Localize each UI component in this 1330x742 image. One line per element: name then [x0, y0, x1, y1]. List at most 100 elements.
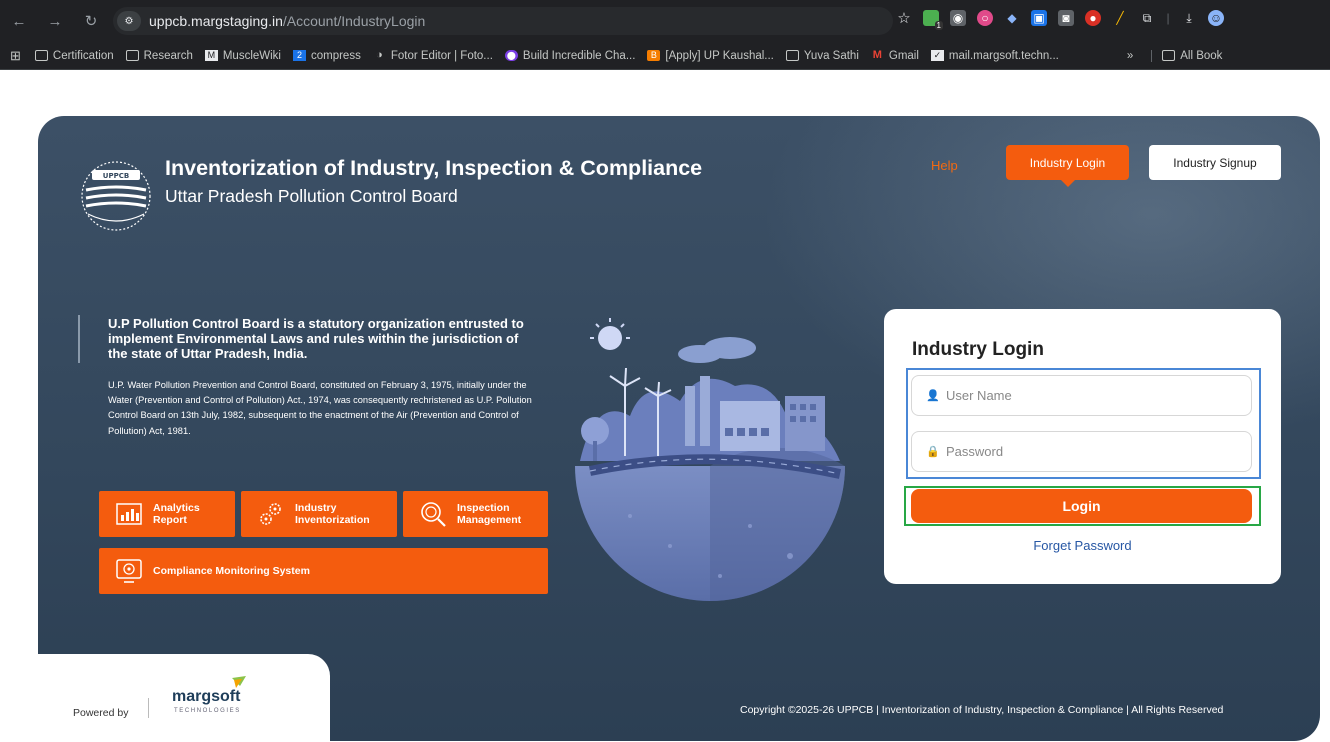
pen-icon[interactable]: ╱	[1112, 10, 1128, 26]
margsoft-subtitle: TECHNOLOGIES	[174, 708, 241, 714]
extension-flag-icon[interactable]: 1	[923, 10, 943, 30]
user-icon: 👤	[926, 390, 940, 402]
bookmark-label: All Book	[1180, 49, 1223, 62]
forget-password-label: Forget Password	[1033, 538, 1132, 553]
username-field[interactable]: 👤 User Name	[911, 375, 1252, 416]
bookmark-build[interactable]: ⬤ Build Incredible Cha...	[504, 49, 636, 62]
forward-icon[interactable]: →	[44, 10, 66, 32]
bookmark-label: MuscleWiki	[222, 49, 281, 62]
page-content: UPPCB Inventorization of Industry, Inspe…	[0, 71, 1330, 742]
feature-label: Compliance Monitoring System	[153, 565, 310, 577]
bookmark-star-icon[interactable]: ☆	[896, 10, 912, 27]
profile-avatar-icon[interactable]: ☺	[1208, 10, 1224, 26]
lock-icon: 🔒	[926, 446, 940, 458]
feature-label-line2: Inventorization	[295, 514, 370, 526]
bookmark-certification[interactable]: Certification	[34, 49, 114, 62]
powered-by-label: Powered by	[73, 707, 129, 719]
bookmark-label: Certification	[52, 49, 114, 62]
feature-label: Analytics Report	[153, 502, 200, 526]
feature-label-line2: Management	[457, 514, 522, 526]
back-icon[interactable]: ←	[8, 10, 30, 32]
url-text[interactable]: uppcb.margstaging.in/Account/IndustryLog…	[149, 13, 425, 29]
password-placeholder: Password	[946, 444, 1004, 459]
bookmark-fotor[interactable]: ◑ Fotor Editor | Foto...	[373, 50, 493, 62]
bookmarks-overflow[interactable]: »	[1127, 50, 1133, 62]
url-path: /Account/IndustryLogin	[282, 13, 426, 29]
bookmark-label: Gmail	[888, 49, 919, 62]
red-ext-icon[interactable]: ●	[1085, 10, 1101, 26]
copyright-text: Copyright ©2025-26 UPPCB | Inventorizati…	[740, 704, 1224, 716]
bookmark-label: mail.margsoft.techn...	[948, 49, 1059, 62]
feature-label-line1: Industry	[295, 502, 337, 514]
bookmark-label: compress	[310, 49, 361, 62]
feature-label-line1: Analytics	[153, 502, 200, 514]
industry-globe-illustration	[575, 318, 845, 601]
login-title: Industry Login	[912, 339, 1044, 360]
login-button[interactable]: Login	[911, 489, 1252, 523]
bookmark-label: Build Incredible Cha...	[522, 49, 636, 62]
feature-label: Inspection Management	[457, 502, 521, 526]
camera-icon[interactable]: ◉	[950, 10, 966, 26]
site-info-icon[interactable]: ⚙	[117, 11, 141, 31]
feature-analytics-report[interactable]: Analytics Report	[99, 491, 235, 537]
username-placeholder: User Name	[946, 388, 1012, 403]
feature-label: Industry Inventorization	[295, 502, 370, 526]
mail-icon: ✓	[930, 50, 944, 61]
bookmark-compress[interactable]: 2 compress	[292, 49, 361, 62]
screen-ext-icon[interactable]: ◙	[1058, 10, 1074, 26]
bookmark-yuva-sathi[interactable]: Yuva Sathi	[785, 49, 859, 62]
folder-icon	[34, 50, 48, 61]
gears-icon	[260, 503, 281, 525]
feature-label-line1: Compliance Monitoring System	[153, 565, 310, 577]
help-link[interactable]: Help	[931, 158, 958, 173]
uppcb-logo: UPPCB	[81, 161, 151, 231]
blogger-icon: B	[647, 50, 661, 61]
page-subtitle: Uttar Pradesh Pollution Control Board	[165, 186, 458, 206]
bookmark-label: Research	[143, 49, 193, 62]
inspection-magnifier-icon	[421, 502, 446, 527]
bookmark-label: Fotor Editor | Foto...	[390, 49, 493, 62]
feature-inspection-management[interactable]: Inspection Management	[403, 491, 548, 537]
download-icon[interactable]: ⤓	[1181, 10, 1197, 26]
square-ext-icon[interactable]: ▣	[1031, 10, 1047, 26]
bookmark-margsoft-mail[interactable]: ✓ mail.margsoft.techn...	[930, 49, 1059, 62]
folder-icon	[1162, 50, 1176, 61]
svg-text:UPPCB: UPPCB	[103, 172, 129, 180]
feature-label-line1: Inspection	[457, 502, 510, 514]
folder-icon	[125, 50, 139, 61]
password-field[interactable]: 🔒 Password	[911, 431, 1252, 472]
bookmark-up-kaushal[interactable]: B [Apply] UP Kaushal...	[647, 49, 774, 62]
browser-toolbar: ← → ↻ ⚙ uppcb.margstaging.in/Account/Ind…	[0, 0, 1330, 42]
feature-industry-inventorization[interactable]: Industry Inventorization	[241, 491, 397, 537]
industry-signup-nav-button[interactable]: Industry Signup	[1149, 145, 1281, 180]
bookmark-label: [Apply] UP Kaushal...	[665, 49, 774, 62]
extensions-bar: ☆ 1 ◉ ○ ◆ ▣ ◙ ● ╱ ⧉ | ⤓ ☺	[896, 10, 1224, 30]
divider-icon: |	[1166, 11, 1170, 25]
bookmark-gmail[interactable]: M Gmail	[871, 50, 919, 62]
compress-icon: 2	[292, 50, 306, 61]
feature-compliance-monitoring[interactable]: Compliance Monitoring System	[99, 548, 548, 594]
bookmark-musclewiki[interactable]: M MuscleWiki	[204, 49, 281, 62]
apps-grid-icon[interactable]: ⊞	[10, 48, 21, 64]
bookmarks-bar: ⊞ Certification Research M MuscleWiki 2 co…	[0, 42, 1330, 70]
ring-icon[interactable]: ○	[977, 10, 993, 26]
reload-icon[interactable]: ↻	[80, 10, 102, 32]
puzzle-icon[interactable]: ⧉	[1139, 10, 1155, 26]
analytics-chart-icon	[116, 503, 142, 525]
folder-icon	[785, 50, 799, 61]
industry-login-nav-button[interactable]: Industry Login	[1006, 145, 1129, 187]
bookmark-label: Yuva Sathi	[803, 49, 859, 62]
bookmark-research[interactable]: Research	[125, 49, 193, 62]
gmail-icon: M	[872, 49, 882, 61]
monitor-target-icon	[116, 559, 142, 583]
about-accent-bar	[78, 315, 80, 363]
all-bookmarks[interactable]: All Book	[1151, 49, 1223, 62]
about-paragraph: U.P. Water Pollution Prevention and Cont…	[108, 380, 532, 436]
extension-badge: 1	[934, 21, 943, 30]
diamond-icon[interactable]: ◆	[1004, 10, 1020, 26]
overflow-chevron-icon: »	[1126, 49, 1134, 62]
margsoft-brand[interactable]: margsoft	[172, 688, 240, 706]
address-bar[interactable]: ⚙ uppcb.margstaging.in/Account/IndustryL…	[113, 7, 893, 35]
forget-password-link[interactable]: Forget Password	[884, 538, 1281, 553]
url-host: uppcb.margstaging.in	[149, 13, 283, 29]
